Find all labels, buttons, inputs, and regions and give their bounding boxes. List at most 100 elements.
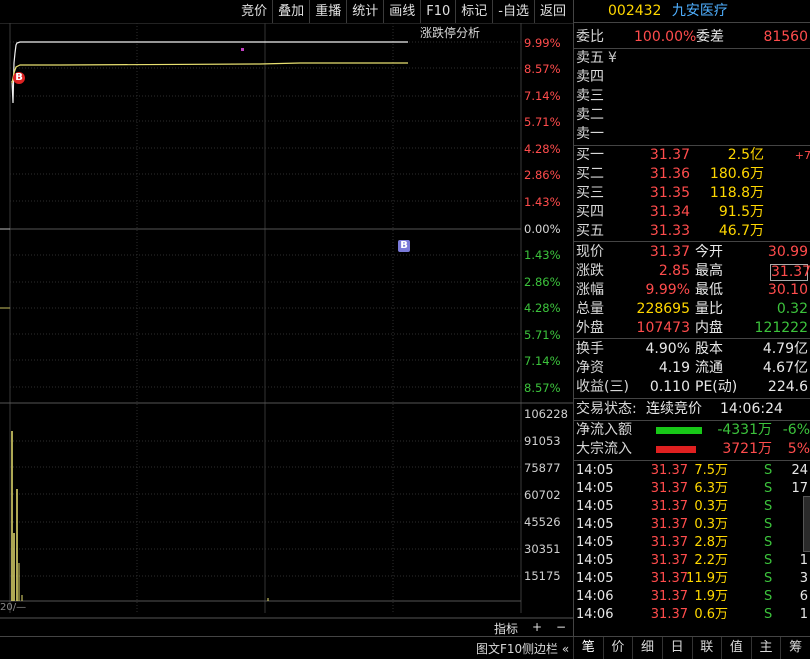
toolbar-mark[interactable]: 标记: [455, 0, 492, 23]
toolbar-bidding[interactable]: 竞价: [236, 0, 272, 23]
block-inflow-pct: 5%: [787, 441, 810, 457]
tab-chips[interactable]: 筹: [780, 637, 810, 659]
pct-label: 2.86%: [524, 275, 561, 289]
outer-volume-value: 107473: [636, 320, 690, 336]
quote-panel: 002432 九安医疗 委比 100.00% 委差 81560 卖五 ¥ 卖四 卖…: [573, 0, 810, 636]
volume-axis-label: 91053: [524, 434, 561, 448]
eps-value: 0.110: [649, 379, 690, 395]
trade-status-time: 14:06:24: [720, 401, 783, 417]
sell-row: 卖三: [574, 87, 810, 106]
total-volume-label: 总量: [576, 301, 604, 317]
buy-signal-marker[interactable]: B: [13, 72, 25, 84]
tick-row: 14:05 31.37 7.5万 S 24: [576, 463, 808, 478]
open-value: 30.99: [767, 244, 808, 260]
low-value: 30.10: [767, 282, 808, 298]
buy-price: 31.37: [649, 147, 690, 163]
pct-label: 9.99%: [524, 36, 561, 50]
zoom-out-button[interactable]: −: [556, 620, 566, 634]
pct-label: 4.28%: [524, 301, 561, 315]
buy-price: 31.34: [649, 204, 690, 220]
buy-label: 买二: [576, 166, 604, 182]
change-value: 2.85: [658, 263, 690, 279]
low-label: 最低: [695, 282, 723, 298]
tick-row: 14:06 31.37 0.6万 S 1: [576, 607, 808, 622]
net-inflow-value: -4331万: [717, 422, 772, 438]
average-price-line: [11, 62, 408, 84]
limit-analysis-button[interactable]: 涨跌停分析: [417, 25, 523, 41]
sell-label: 卖四: [576, 69, 604, 85]
buy-row[interactable]: 买三 31.35 118.8万: [574, 184, 810, 203]
zoom-in-button[interactable]: +: [532, 620, 542, 634]
pct-label: 8.57%: [524, 62, 561, 76]
tab-ticks[interactable]: 笔: [573, 637, 603, 659]
buy-price: 31.35: [649, 185, 690, 201]
float-label: 流通: [695, 360, 723, 376]
stock-code: 002432: [608, 3, 662, 19]
pct-label: 7.14%: [524, 354, 561, 368]
tab-main[interactable]: 主: [750, 637, 781, 659]
stock-header: 002432 九安医疗: [574, 0, 810, 23]
toolbar-overlay[interactable]: 叠加: [272, 0, 309, 23]
pct-label: 7.14%: [524, 89, 561, 103]
sell-label: 卖五: [576, 50, 604, 66]
tab-price[interactable]: 价: [602, 637, 633, 659]
inner-volume-label: 内盘: [695, 320, 723, 336]
pe-value: 224.6: [767, 379, 808, 395]
buy-row[interactable]: 买一 31.37 2.5亿 +7: [574, 146, 810, 165]
toolbar-back[interactable]: 返回: [533, 0, 571, 23]
block-inflow-value: 3721万: [722, 441, 772, 457]
volume-axis-label: 106228: [524, 407, 568, 421]
tab-detail[interactable]: 细: [632, 637, 662, 659]
buy-row[interactable]: 买四 31.34 91.5万: [574, 203, 810, 222]
change-pct-value: 9.99%: [645, 282, 690, 298]
toolbar-draw-line[interactable]: 画线: [383, 0, 420, 23]
float-value: 4.67亿: [762, 360, 808, 376]
buy-volume: 180.6万: [709, 166, 764, 182]
tab-linked[interactable]: 联: [691, 637, 722, 659]
volume-axis-label: 45526: [524, 515, 561, 529]
toolbar-f10[interactable]: F10: [420, 0, 455, 23]
buy-row[interactable]: 买二 31.36 180.6万: [574, 165, 810, 184]
sidebar-toggle-button[interactable]: 侧边栏 «: [522, 640, 569, 657]
bid-ratio-label: 委比: [576, 29, 604, 45]
open-label: 今开: [695, 244, 723, 260]
tick-row: 14:05 31.37 2.8万 S: [576, 535, 773, 550]
intraday-chart-svg: [0, 23, 573, 619]
price-line: [11, 41, 408, 104]
indicator-button[interactable]: 指标: [494, 620, 518, 637]
eps-label: 收益(三): [576, 379, 629, 395]
buy-signal-marker-blue[interactable]: B: [398, 240, 410, 252]
tab-daily[interactable]: 日: [661, 637, 692, 659]
sell-label: 卖二: [576, 107, 604, 123]
buy-volume: 46.7万: [718, 223, 764, 239]
net-inflow-pct: -6%: [782, 422, 810, 438]
quote-row: 现价 31.37 今开 30.99: [574, 243, 810, 262]
stock-name[interactable]: 九安医疗: [672, 3, 728, 19]
intraday-chart[interactable]: 涨跌停分析 9.99% 8.57% 7.14% 5.71% 4.28% 2.86…: [0, 23, 573, 637]
toolbar-statistics[interactable]: 统计: [346, 0, 383, 23]
event-dot: [241, 48, 244, 51]
f10-info-button[interactable]: 图文F10: [476, 640, 522, 657]
tick-scrollbar[interactable]: [803, 496, 810, 552]
toolbar-remove-watchlist[interactable]: -自选: [492, 0, 534, 23]
buy-row[interactable]: 买五 31.33 46.7万: [574, 222, 810, 241]
bid-diff-value: 81560: [763, 29, 808, 45]
pct-label: 8.57%: [524, 381, 561, 395]
toolbar-replay[interactable]: 重播: [309, 0, 346, 23]
flow-row: 净流入额 -4331万 -6%: [574, 421, 810, 440]
pct-label: 1.43%: [524, 195, 561, 209]
change-pct-label: 涨幅: [576, 282, 604, 298]
tab-value[interactable]: 值: [721, 637, 751, 659]
sell-extra: ¥: [608, 50, 617, 66]
pct-label: 2.86%: [524, 168, 561, 182]
buy-volume: 2.5亿: [727, 147, 764, 163]
bid-ratio-value: 100.00%: [634, 29, 697, 45]
block-inflow-bar: [656, 446, 696, 453]
net-assets-label: 净资: [576, 360, 604, 376]
tick-row: 14:05 31.37 2.2万 S 1: [576, 553, 808, 568]
volume-ratio-value: 0.32: [776, 301, 808, 317]
outer-volume-label: 外盘: [576, 320, 604, 336]
turnover-value: 4.90%: [645, 341, 690, 357]
buy-price: 31.33: [649, 223, 690, 239]
quote-row: 涨跌 2.85 最高 31.37: [574, 262, 810, 281]
